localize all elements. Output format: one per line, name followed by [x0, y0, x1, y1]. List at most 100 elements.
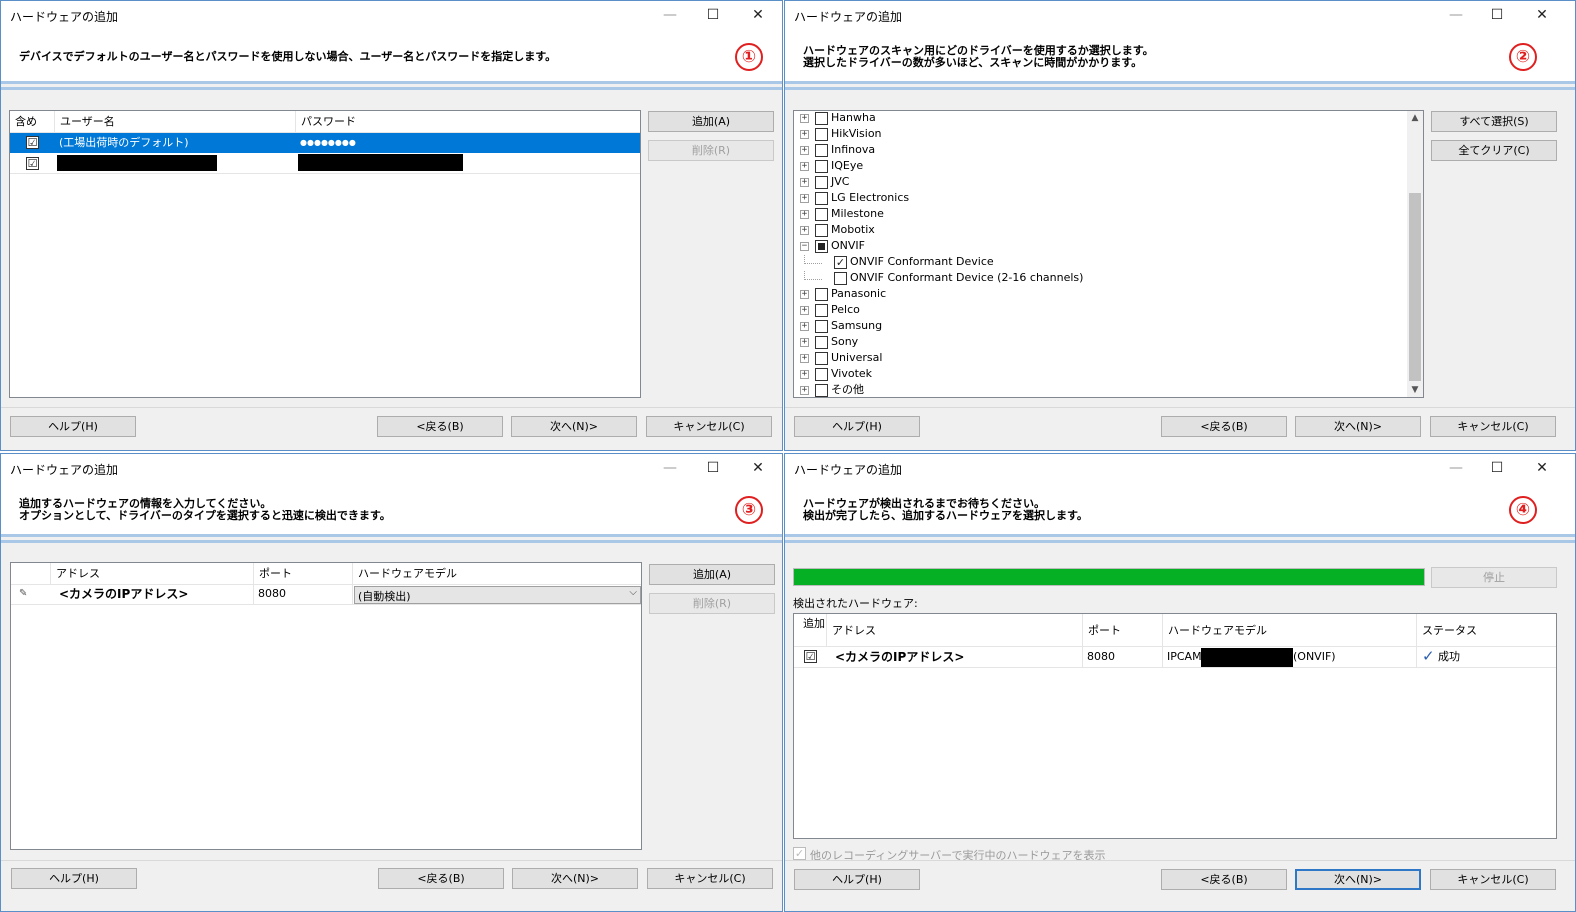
stop-button[interactable]: 停止 — [1431, 567, 1557, 588]
next-button[interactable]: 次へ(N)> — [511, 416, 637, 437]
driver-checkbox[interactable] — [815, 352, 828, 365]
tree-item[interactable]: + Vivotek — [794, 367, 1404, 383]
maximize-button[interactable]: ☐ — [1486, 458, 1508, 478]
tree-item[interactable]: + HikVision — [794, 127, 1404, 143]
include-checkbox[interactable]: ☑ — [26, 136, 39, 149]
column-header-address[interactable]: アドレス — [51, 563, 254, 585]
column-header-password[interactable]: パスワード — [296, 111, 640, 133]
column-header-address[interactable]: アドレス — [827, 614, 1083, 647]
maximize-button[interactable]: ☐ — [702, 458, 724, 478]
maximize-button[interactable]: ☐ — [702, 5, 724, 25]
collapse-icon[interactable]: − — [800, 242, 809, 251]
column-header-model[interactable]: ハードウェアモデル — [1163, 614, 1417, 647]
help-button[interactable]: ヘルプ(H) — [794, 416, 920, 437]
tree-item[interactable]: + Universal — [794, 351, 1404, 367]
tree-item[interactable]: − ONVIF — [794, 239, 1404, 255]
expand-icon[interactable]: + — [800, 338, 809, 347]
tree-item[interactable]: + Pelco — [794, 303, 1404, 319]
column-header-include[interactable]: 含め — [10, 111, 55, 133]
column-header-port[interactable]: ポート — [1083, 614, 1163, 647]
scroll-down-arrow[interactable]: ▼ — [1407, 385, 1423, 395]
driver-checkbox[interactable] — [815, 304, 828, 317]
expand-icon[interactable]: + — [800, 354, 809, 363]
tree-item[interactable]: + Milestone — [794, 207, 1404, 223]
driver-checkbox[interactable] — [815, 112, 828, 125]
column-header-model[interactable]: ハードウェアモデル — [353, 563, 641, 585]
column-header-username[interactable]: ユーザー名 — [55, 111, 296, 133]
help-button[interactable]: ヘルプ(H) — [10, 416, 136, 437]
driver-tree[interactable]: + Hanwha + HikVision + Infinova + IQEye + JVC + LG … — [793, 110, 1424, 398]
tree-item[interactable]: + Infinova — [794, 143, 1404, 159]
back-button[interactable]: <戻る(B) — [1161, 869, 1287, 890]
expand-icon[interactable]: + — [800, 210, 809, 219]
password-cell[interactable]: ●●●●●●●● — [296, 134, 640, 152]
driver-checkbox[interactable] — [815, 192, 828, 205]
cancel-button[interactable]: キャンセル(C) — [647, 868, 773, 889]
expand-icon[interactable]: + — [800, 146, 809, 155]
add-checkbox[interactable]: ☑ — [804, 650, 817, 663]
column-header-add[interactable]: 追加 — [794, 614, 827, 647]
column-header-port[interactable]: ポート — [254, 563, 353, 585]
tree-item[interactable]: + Sony — [794, 335, 1404, 351]
username-cell[interactable]: (工場出荷時のデフォルト) — [55, 134, 296, 152]
expand-icon[interactable]: + — [800, 386, 809, 395]
table-row[interactable]: ☑ — [10, 153, 640, 174]
expand-icon[interactable]: + — [800, 194, 809, 203]
tree-item[interactable]: + その他 — [794, 383, 1404, 397]
cancel-button[interactable]: キャンセル(C) — [646, 416, 772, 437]
expand-icon[interactable]: + — [800, 226, 809, 235]
scroll-thumb[interactable] — [1409, 193, 1421, 381]
cancel-button[interactable]: キャンセル(C) — [1430, 416, 1556, 437]
back-button[interactable]: <戻る(B) — [1161, 416, 1287, 437]
driver-checkbox[interactable] — [815, 368, 828, 381]
add-button[interactable]: 追加(A) — [648, 111, 774, 132]
driver-checkbox[interactable] — [815, 384, 828, 397]
help-button[interactable]: ヘルプ(H) — [794, 869, 920, 890]
table-row[interactable]: ✎ <カメラのIPアドレス> 8080 (自動検出) ⌵ — [11, 585, 641, 605]
table-row[interactable]: ☑ <カメラのIPアドレス> 8080 IPCAM (ONVIF) ✓ 成功 — [794, 647, 1556, 668]
add-button[interactable]: 追加(A) — [649, 564, 775, 585]
maximize-button[interactable]: ☐ — [1486, 5, 1508, 25]
driver-checkbox[interactable] — [815, 160, 828, 173]
minimize-button[interactable]: — — [1445, 458, 1467, 478]
minimize-button[interactable]: — — [1445, 5, 1467, 25]
scroll-up-arrow[interactable]: ▲ — [1407, 113, 1423, 123]
show-other-servers-checkbox[interactable]: ✓ — [793, 847, 806, 860]
expand-icon[interactable]: + — [800, 178, 809, 187]
tree-item[interactable]: + Mobotix — [794, 223, 1404, 239]
minimize-button[interactable]: — — [659, 458, 681, 478]
column-header-status[interactable]: ステータス — [1417, 614, 1556, 647]
cancel-button[interactable]: キャンセル(C) — [1430, 869, 1556, 890]
tree-item[interactable]: ✓ ONVIF Conformant Device — [794, 255, 1404, 271]
close-button[interactable]: ✕ — [1531, 5, 1553, 25]
expand-icon[interactable]: + — [800, 162, 809, 171]
driver-checkbox[interactable] — [815, 288, 828, 301]
next-button[interactable]: 次へ(N)> — [1295, 869, 1421, 890]
driver-checkbox[interactable] — [815, 144, 828, 157]
tree-item[interactable]: + Panasonic — [794, 287, 1404, 303]
include-checkbox[interactable]: ☑ — [26, 157, 39, 170]
tree-item[interactable]: + JVC — [794, 175, 1404, 191]
expand-icon[interactable]: + — [800, 114, 809, 123]
driver-checkbox[interactable] — [815, 336, 828, 349]
tree-item[interactable]: ONVIF Conformant Device (2-16 channels) — [794, 271, 1404, 287]
driver-checkbox[interactable] — [815, 128, 828, 141]
driver-checkbox[interactable] — [815, 320, 828, 333]
expand-icon[interactable]: + — [800, 290, 809, 299]
delete-button[interactable]: 削除(R) — [648, 140, 774, 161]
tree-item[interactable]: + Samsung — [794, 319, 1404, 335]
close-button[interactable]: ✕ — [1531, 458, 1553, 478]
driver-checkbox[interactable] — [834, 272, 847, 285]
expand-icon[interactable]: + — [800, 130, 809, 139]
help-button[interactable]: ヘルプ(H) — [11, 868, 137, 889]
next-button[interactable]: 次へ(N)> — [1295, 416, 1421, 437]
tree-item[interactable]: + LG Electronics — [794, 191, 1404, 207]
model-select[interactable]: (自動検出) ⌵ — [354, 586, 641, 604]
delete-button[interactable]: 削除(R) — [649, 593, 775, 614]
driver-checkbox[interactable] — [815, 240, 828, 253]
address-cell[interactable]: <カメラのIPアドレス> — [51, 585, 254, 605]
port-input[interactable]: 8080 — [254, 585, 353, 605]
expand-icon[interactable]: + — [800, 322, 809, 331]
back-button[interactable]: <戻る(B) — [378, 868, 504, 889]
tree-item[interactable]: + Hanwha — [794, 111, 1404, 127]
